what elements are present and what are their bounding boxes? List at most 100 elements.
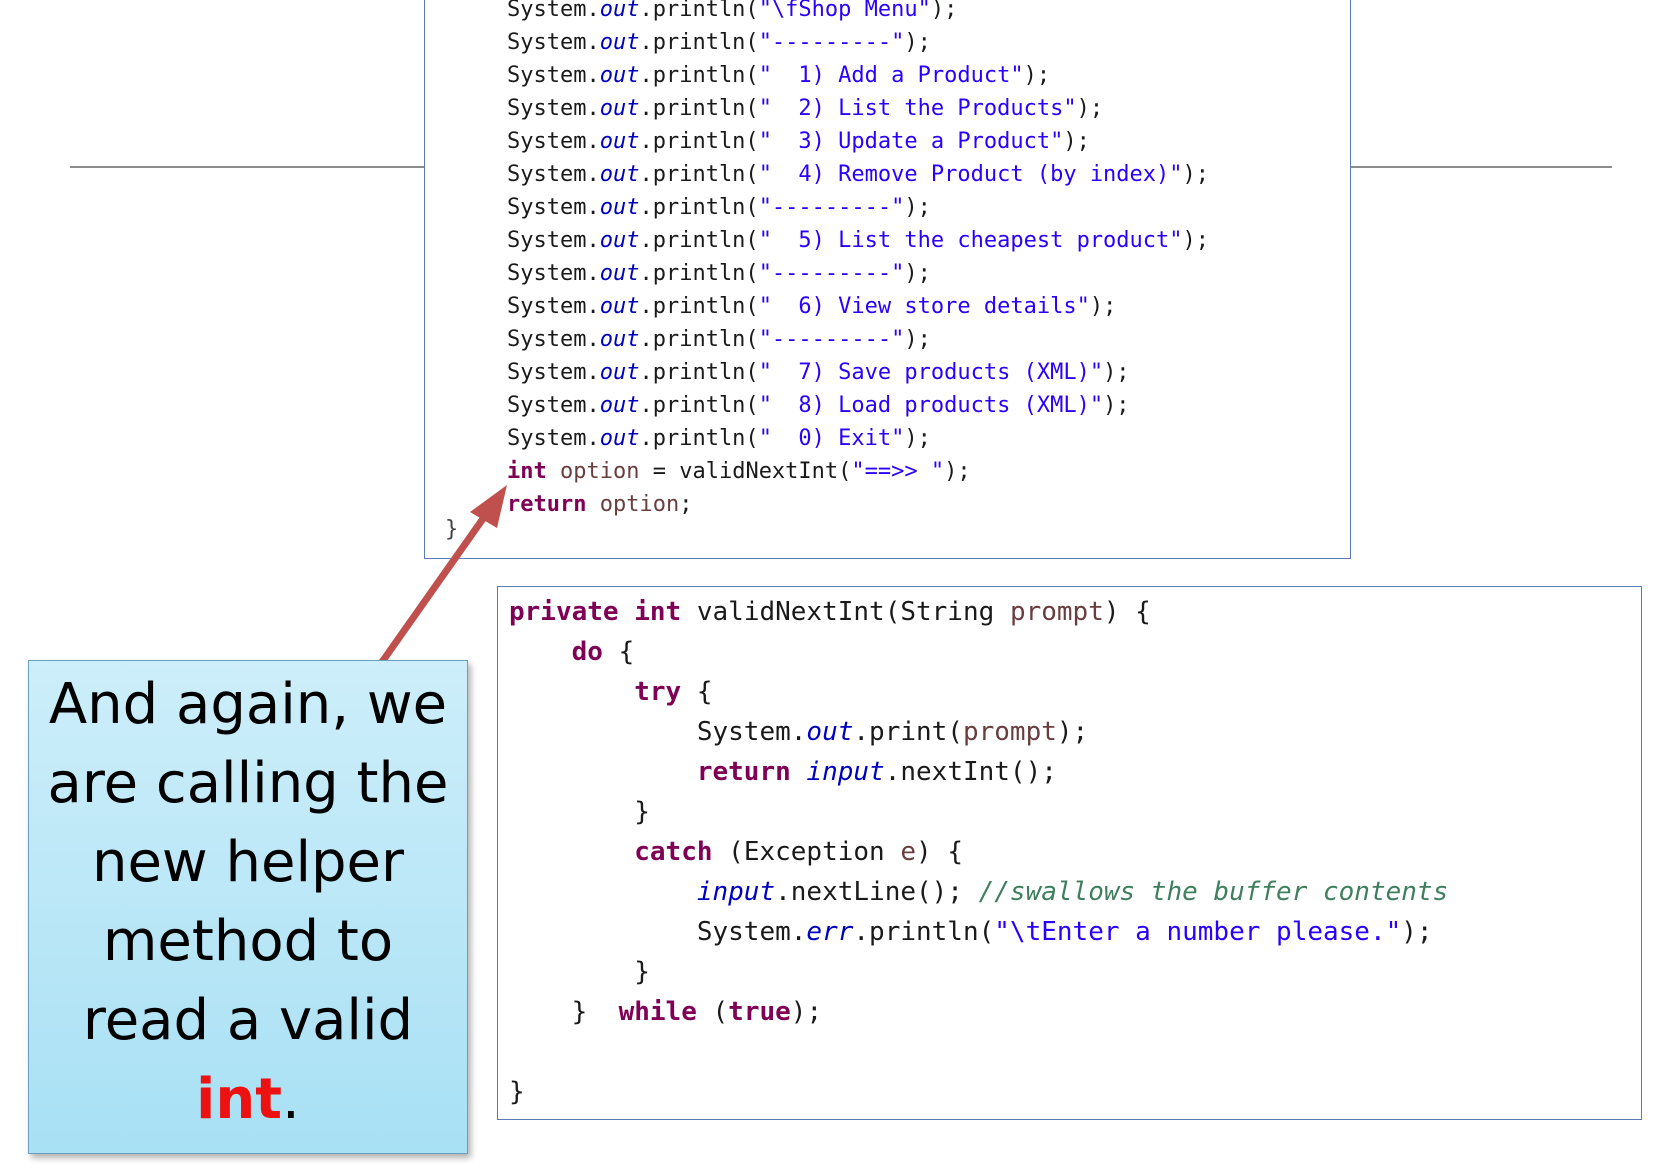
callout-last-line: int.: [29, 1060, 467, 1139]
code-token: .println(: [639, 261, 759, 286]
code-token: (Exception: [712, 837, 901, 867]
code-token: out: [599, 393, 640, 418]
menu-code-line: System.out.println("---------");: [507, 261, 931, 286]
code-token: = validNextInt(: [639, 459, 852, 484]
code-token: validNextInt(String: [681, 597, 1010, 627]
callout-text-line: And again, we: [48, 672, 448, 737]
code-token: System.: [507, 96, 600, 121]
code-token: System.: [507, 63, 600, 88]
menu-code-line: System.out.println("---------");: [507, 195, 931, 220]
callout-text-line: new helper: [91, 830, 405, 895]
menu-code-line: System.out.println(" 6) View store detai…: [507, 294, 1116, 319]
code-token: .println(: [639, 360, 759, 385]
helper-code-line: }: [509, 957, 650, 987]
callout-text-line: are calling the: [47, 751, 449, 816]
code-token: return: [696, 757, 791, 787]
code-token: System.: [507, 426, 600, 451]
code-token: out: [599, 228, 640, 253]
menu-code-line: System.out.println(" 1) Add a Product");: [507, 63, 1050, 88]
code-token: System.: [507, 228, 600, 253]
helper-code-line: }: [509, 1077, 525, 1107]
helper-code-line: } while (true);: [509, 997, 823, 1027]
helper-code-line: catch (Exception e) {: [509, 837, 963, 867]
code-token: input: [696, 877, 776, 907]
code-token: );: [944, 459, 971, 484]
code-token: .println(: [639, 96, 759, 121]
divider-right: [1350, 166, 1612, 168]
code-token: );: [930, 0, 958, 22]
code-token: );: [904, 261, 931, 286]
code-token: .println(: [639, 129, 759, 154]
code-token: true: [728, 997, 791, 1027]
code-token: );: [1056, 717, 1089, 747]
code-token: //swallows the buffer contents: [978, 877, 1449, 907]
code-token: out: [599, 426, 640, 451]
code-token: "---------": [758, 261, 905, 286]
code-token: System.: [507, 0, 600, 22]
code-token: "---------": [758, 327, 905, 352]
helper-code-line: do {: [509, 637, 635, 667]
code-token: System.: [507, 195, 600, 220]
code-token: );: [1182, 162, 1210, 187]
code-token: out: [599, 96, 640, 121]
code-token: .println(: [639, 162, 759, 187]
code-token: .print(: [853, 717, 963, 747]
code-token: input: [806, 757, 885, 787]
code-token: catch: [634, 837, 713, 867]
code-token: System.: [507, 129, 600, 154]
code-token: int: [634, 597, 682, 627]
code-token: out: [599, 162, 640, 187]
code-token: out: [599, 294, 640, 319]
menu-code-line: return option;: [507, 492, 692, 517]
code-token: out: [599, 360, 640, 385]
code-token: " 8) Load products (XML)": [758, 393, 1104, 418]
menu-code-line: int option = validNextInt("==>> ");: [507, 459, 971, 484]
code-token: while: [618, 997, 697, 1027]
code-token: "\fShop Menu": [758, 0, 931, 22]
menu-closing-brace: }: [445, 517, 459, 542]
code-token: option: [599, 492, 680, 517]
code-token: "\tEnter a number please.": [994, 917, 1402, 947]
code-token: ) {: [1103, 597, 1151, 627]
menu-code-line: System.out.println(" 5) List the cheapes…: [507, 228, 1209, 253]
code-token: );: [1103, 393, 1130, 418]
code-token: }: [509, 1077, 525, 1107]
code-token: " 6) View store details": [758, 294, 1090, 319]
code-token: do: [571, 637, 603, 667]
menu-code-line: System.out.println(" 0) Exit");: [507, 426, 931, 451]
code-token: );: [1089, 294, 1117, 319]
code-token: out: [599, 0, 640, 22]
code-token: out: [806, 717, 854, 747]
helper-code-panel: private int validNextInt(String prompt) …: [497, 586, 1642, 1120]
menu-code-line: System.out.println(" 8) Load products (X…: [507, 393, 1130, 418]
code-token: .println(: [639, 426, 759, 451]
menu-code-line: System.out.println("---------");: [507, 327, 931, 352]
code-token: "==>> ": [851, 459, 945, 484]
code-token: .println(: [639, 327, 759, 352]
code-token: "---------": [758, 195, 905, 220]
callout-period: .: [282, 1067, 300, 1132]
code-token: .println(: [639, 228, 759, 253]
code-token: int: [507, 459, 547, 484]
code-token: );: [790, 997, 823, 1027]
code-token: );: [1063, 129, 1090, 154]
code-token: out: [599, 63, 640, 88]
code-token: " 3) Update a Product": [758, 129, 1064, 154]
helper-code-line: }: [509, 797, 650, 827]
code-token: );: [1182, 228, 1210, 253]
code-token: );: [904, 30, 931, 55]
code-token: private: [509, 597, 619, 627]
code-token: System.: [507, 327, 600, 352]
code-token: System.: [509, 917, 807, 947]
code-token: out: [599, 261, 640, 286]
code-token: );: [904, 327, 931, 352]
code-token: System.: [507, 30, 600, 55]
helper-code-line: return input.nextInt();: [509, 757, 1057, 787]
